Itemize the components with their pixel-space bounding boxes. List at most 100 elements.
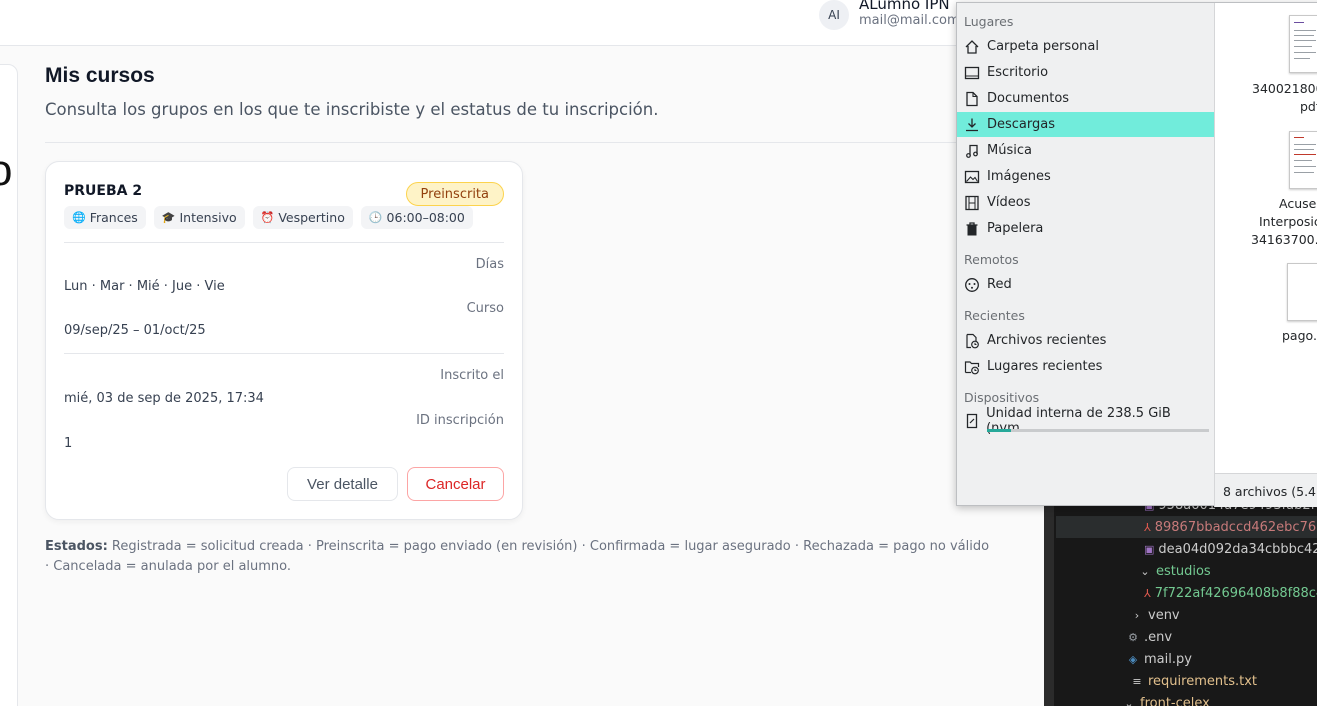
view-detail-button[interactable]: Ver detalle (287, 467, 398, 501)
place-label: Descargas (987, 117, 1056, 132)
pdf-file-icon: ⅄ (1144, 586, 1151, 600)
drive-icon (957, 413, 986, 429)
file-tree-item[interactable]: ▣ dea04d092da34cbbbc423 (1056, 538, 1317, 560)
chevron-down-icon: ⌄ (1140, 564, 1150, 578)
place-music[interactable]: Música (957, 138, 1214, 163)
drive-usage-fill (987, 429, 1012, 432)
avatar[interactable]: AI (819, 0, 849, 30)
course-tags: 🌐 Frances 🎓 Intensivo ⏰ Vespertino 🕒 06:… (64, 206, 473, 229)
file-tree-item[interactable]: ◈ mail.py (1056, 648, 1317, 670)
file-tree-label: 89867bbadccd462ebc76... (1154, 519, 1317, 535)
drive-usage-bar (987, 429, 1209, 432)
course-dates: 09/sep/25 – 01/oct/25 (64, 323, 206, 338)
file-tree-label: dea04d092da34cbbbc423 (1158, 541, 1317, 557)
place-label: Archivos recientes (987, 333, 1107, 348)
files-view: 340021800 pdf Acuse- Interposic 34163700… (1214, 3, 1317, 473)
editor-scrollbar[interactable] (1044, 500, 1054, 706)
graduation-cap-icon: 🎓 (161, 211, 176, 224)
file-tree-label: .env (1144, 629, 1173, 645)
place-label: Carpeta personal (987, 39, 1099, 54)
enrolled-value: mié, 03 de sep de 2025, 17:34 (64, 391, 264, 406)
file-name[interactable]: 34163700... (1251, 232, 1317, 247)
python-icon: ◈ (1128, 652, 1138, 666)
place-desktop[interactable]: Escritorio (957, 60, 1214, 85)
place-videos[interactable]: Vídeos (957, 190, 1214, 215)
place-label: Vídeos (987, 195, 1031, 210)
file-chooser-dialog: Lugares Carpeta personal Escritorio Docu… (956, 2, 1317, 507)
place-label: Música (987, 143, 1032, 158)
tag-label: 06:00–08:00 (386, 210, 465, 225)
card-divider (64, 353, 504, 354)
place-label: Documentos (987, 91, 1070, 106)
places-panel: Lugares Carpeta personal Escritorio Docu… (957, 3, 1214, 473)
file-thumbnail[interactable] (1289, 131, 1317, 189)
place-label: Red (987, 277, 1012, 292)
place-label: Lugares recientes (987, 359, 1103, 374)
tag-label: Frances (89, 210, 138, 225)
place-label: Imágenes (987, 169, 1051, 184)
chevron-right-icon: › (1134, 608, 1140, 622)
desktop-icon (957, 65, 987, 81)
enrollment-id-value: 1 (64, 436, 73, 451)
user-email: mail@mail.com (859, 13, 960, 28)
file-tree-label: 7f722af42696408b8f88c4. (1154, 585, 1317, 601)
status-badge: Preinscrita (405, 182, 504, 206)
legend-label: Estados: (45, 539, 108, 554)
home-icon (957, 39, 987, 55)
place-trash[interactable]: Papelera (957, 216, 1214, 241)
file-name[interactable]: Interposic (1259, 214, 1317, 229)
section-places: Lugares (964, 14, 1014, 29)
place-images[interactable]: Imágenes (957, 164, 1214, 189)
recent-files-icon (957, 333, 987, 349)
globe-icon: 🌐 (72, 211, 86, 224)
file-tree-item[interactable]: ≡ requirements.txt (1056, 670, 1317, 692)
sidebar-glyph: o (0, 146, 13, 195)
file-name[interactable]: Acuse- (1279, 196, 1317, 211)
tag-label: Intensivo (179, 210, 237, 225)
alarm-clock-icon: ⏰ (260, 211, 275, 224)
course-label: Curso (466, 301, 504, 316)
music-icon (957, 143, 987, 159)
place-network[interactable]: Red (957, 272, 1214, 297)
documents-icon (957, 91, 987, 107)
image-file-icon: ▣ (1144, 542, 1155, 556)
cancel-enrollment-button[interactable]: Cancelar (407, 467, 504, 501)
place-documents[interactable]: Documentos (957, 86, 1214, 111)
card-divider (64, 242, 504, 243)
file-name[interactable]: 340021800 (1252, 81, 1317, 96)
chevron-down-icon: ⌄ (1124, 696, 1134, 706)
file-tree-item[interactable]: ⚙ .env (1056, 626, 1317, 648)
place-recent-places[interactable]: Lugares recientes (957, 354, 1214, 379)
file-thumbnail[interactable] (1289, 15, 1317, 73)
status-legend: Estados: Registrada = solicitud creada ·… (45, 537, 995, 577)
file-thumbnail[interactable] (1287, 263, 1317, 321)
place-home[interactable]: Carpeta personal (957, 34, 1214, 59)
trash-icon (957, 221, 987, 237)
files-count-status: 8 archivos (5.4 M (1214, 473, 1317, 507)
file-name[interactable]: pago.p (1282, 328, 1317, 343)
file-name[interactable]: pdf (1300, 99, 1317, 114)
tag-label: Vespertino (278, 210, 345, 225)
download-icon (957, 117, 987, 133)
file-tree-label: requirements.txt (1148, 673, 1258, 689)
section-devices: Dispositivos (964, 390, 1040, 405)
enrollment-id-label: ID inscripción (416, 413, 504, 428)
text-file-icon: ≡ (1132, 674, 1142, 688)
file-tree-item[interactable]: › venv (1056, 604, 1317, 626)
recent-places-icon (957, 359, 987, 375)
file-tree-item[interactable]: ⅄ 89867bbadccd462ebc76... (1056, 516, 1317, 538)
gear-icon: ⚙ (1128, 630, 1138, 644)
film-icon (957, 195, 987, 211)
network-icon (957, 277, 987, 293)
file-tree-label: front-celex (1140, 695, 1210, 706)
clock-icon: 🕒 (368, 211, 383, 224)
enrolled-label: Inscrito el (440, 368, 504, 383)
file-tree-item[interactable]: ⌄ estudios (1056, 560, 1317, 582)
file-tree-item[interactable]: ⌄ front-celex (1056, 692, 1317, 706)
days-value: Lun · Mar · Mié · Jue · Vie (64, 279, 225, 294)
file-tree-item[interactable]: ⅄ 7f722af42696408b8f88c4. (1056, 582, 1317, 604)
file-tree-label: estudios (1156, 563, 1211, 579)
place-recent-files[interactable]: Archivos recientes (957, 328, 1214, 353)
image-icon (957, 169, 987, 185)
place-downloads[interactable]: Descargas (957, 112, 1214, 137)
